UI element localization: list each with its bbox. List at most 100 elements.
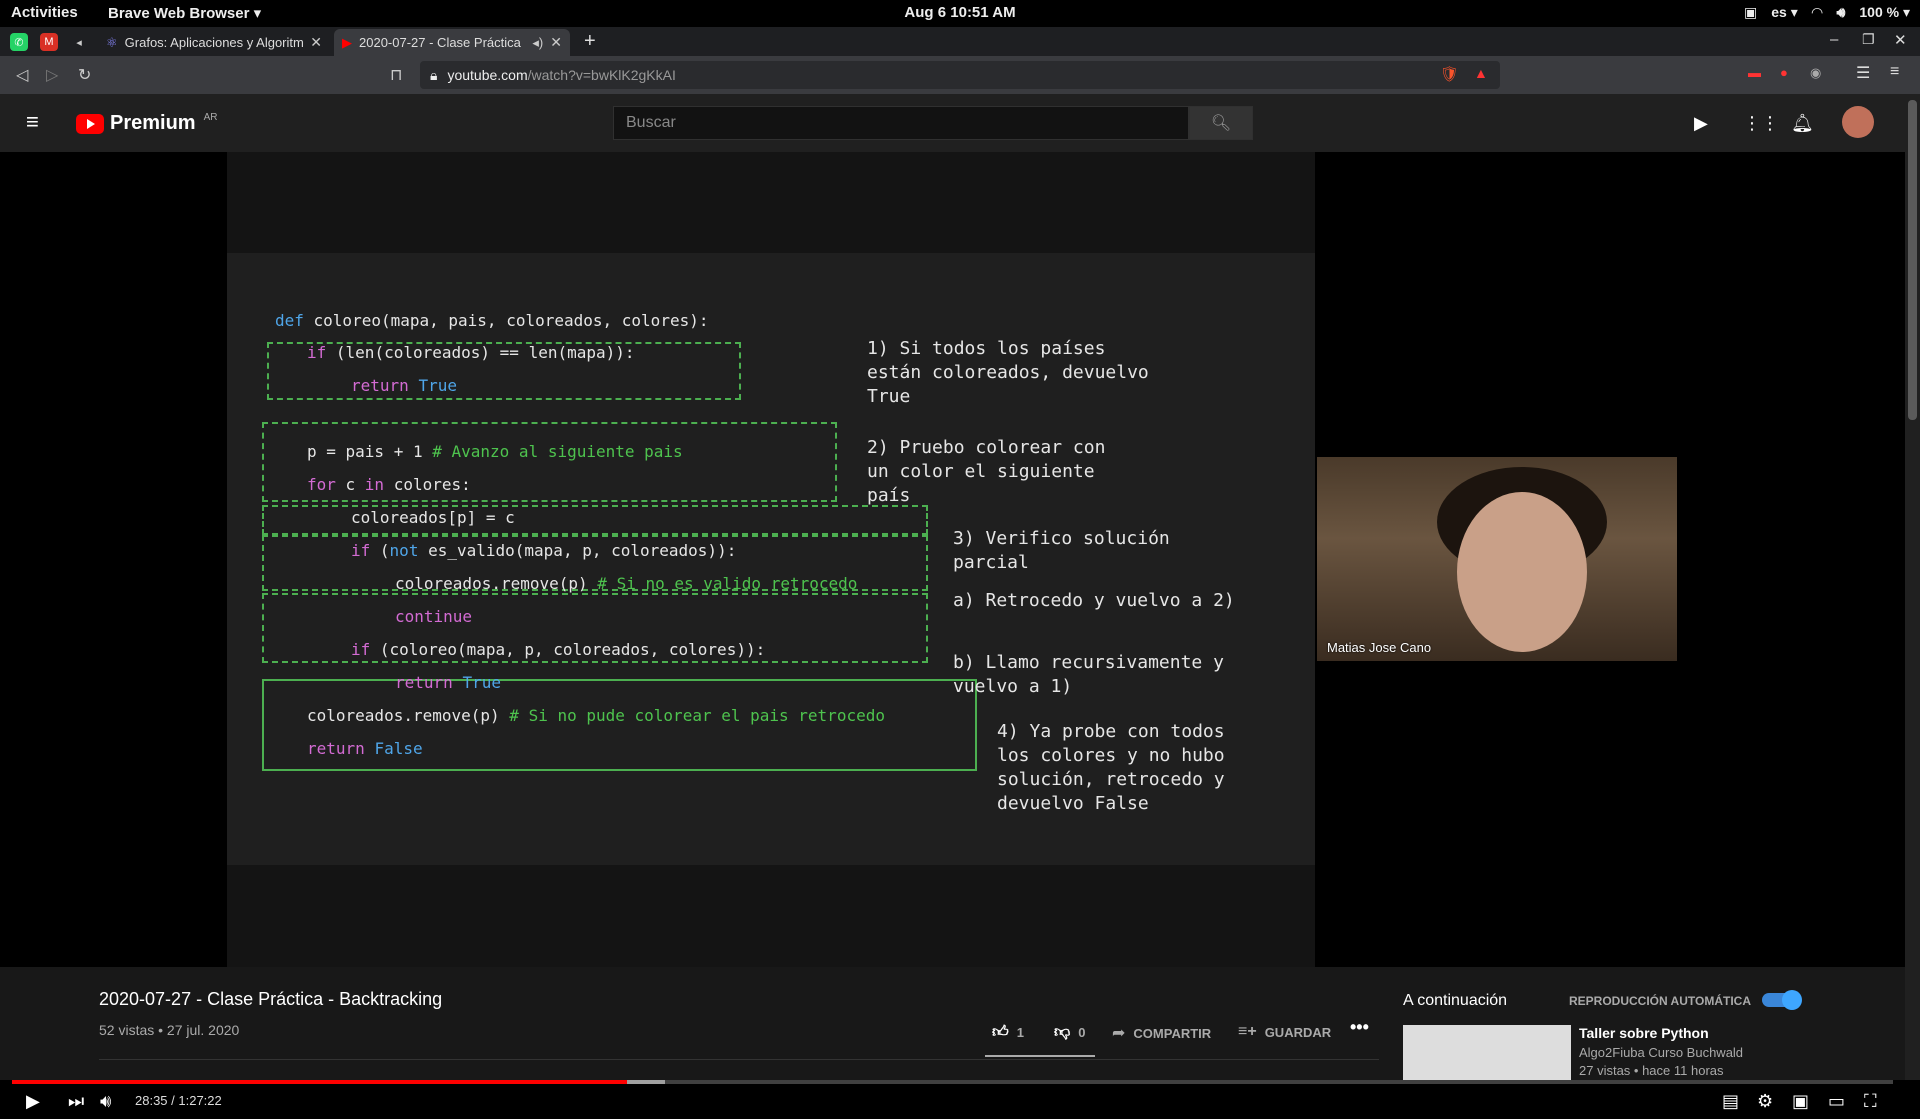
region-label: AR [203, 112, 218, 123]
forward-button[interactable]: ▷ [46, 65, 58, 85]
slide-note: 4) Ya probe con todos los colores y no h… [997, 721, 1225, 814]
speaker-face [1457, 492, 1587, 652]
code-line: return True [395, 673, 501, 692]
tab-title: Grafos: Aplicaciones y Algoritm [124, 35, 304, 50]
search-input[interactable]: Buscar [613, 106, 1189, 140]
mute-tab-icon[interactable]: ◂ [70, 33, 88, 51]
next-video-title[interactable]: Taller sobre Python [1579, 1025, 1709, 1041]
progress-bar[interactable] [12, 1080, 1893, 1084]
gmail-pinned-tab[interactable]: M [40, 33, 58, 51]
like-ratio-bar [985, 1055, 1095, 1057]
language-indicator[interactable]: es ▾ [1771, 4, 1798, 21]
video-meta: 52 vistas • 27 jul. 2020 [99, 1022, 240, 1038]
video-info: 2020-07-27 - Clase Práctica - Backtracki… [0, 967, 1905, 1080]
scrollbar-thumb[interactable] [1908, 100, 1917, 420]
wifi-icon[interactable]: ◠ [1812, 4, 1823, 21]
settings-gear-icon[interactable]: ⚙ [1757, 1091, 1773, 1112]
code-line: coloreados.remove(p) # Si no es valido r… [395, 574, 858, 593]
slide-note: a) Retrocedo y vuelvo a 2) [953, 590, 1235, 611]
share-label: COMPARTIR [1133, 1025, 1212, 1041]
back-button[interactable]: ◁ [16, 65, 28, 85]
speaker-name: Matias Jose Cano [1327, 640, 1432, 655]
thumbs-down-icon: 👎︎ [1054, 1024, 1071, 1041]
hamburger-menu-icon[interactable]: ≡ [26, 109, 39, 135]
extension-d-icon[interactable]: ● [1780, 65, 1788, 80]
volume-button[interactable]: 🔊︎ [100, 1091, 111, 1112]
tab-favicon-icon: ⚛ [106, 34, 118, 50]
brave-rewards-icon[interactable]: ▲ [1474, 65, 1488, 81]
like-button[interactable]: 👍︎ 1 [992, 1023, 1024, 1042]
new-tab-button[interactable]: + [584, 30, 596, 53]
playlist-add-icon: ≡+ [1238, 1023, 1257, 1040]
tab-youtube[interactable]: ▶ 2020-07-27 - Clase Práctica - ◂) ✕ [334, 29, 570, 56]
subtitles-button[interactable]: ▤ [1722, 1091, 1739, 1112]
battery-indicator[interactable]: 100 % ▾ [1859, 4, 1910, 21]
played-bar [12, 1080, 628, 1084]
reload-button[interactable]: ↻ [78, 65, 91, 85]
close-window-button[interactable]: ✕ [1894, 31, 1907, 49]
autoplay-toggle[interactable] [1762, 990, 1802, 1010]
next-button[interactable]: ⏭︎ [68, 1091, 84, 1112]
code-line: coloreados[p] = c [351, 508, 515, 527]
code-line: continue [395, 607, 473, 626]
dislike-count: 0 [1078, 1025, 1086, 1040]
screen-icon[interactable]: ▣ [1744, 4, 1757, 21]
video-player[interactable]: def coloreo(mapa, pais, coloreados, colo… [0, 152, 1905, 1111]
buffered-bar [627, 1080, 665, 1084]
notifications-bell-icon[interactable]: 🔔︎ [1791, 113, 1814, 134]
avatar[interactable] [1842, 106, 1874, 138]
code-line: if (len(coloreados) == len(mapa)): [307, 343, 635, 362]
youtube-play-icon [76, 113, 104, 134]
browser-menu-icon[interactable]: ≡ [1890, 63, 1899, 81]
volume-icon[interactable]: 🔊︎ [1837, 4, 1846, 21]
browser-toolbar: ◁ ▷ ↻ ⊓ 🔒︎ youtube.com/watch?v=bwKlK2gKk… [0, 56, 1920, 94]
clock[interactable]: Aug 6 10:51 AM [0, 4, 1920, 21]
tab-close-icon[interactable]: ✕ [310, 34, 322, 51]
next-video-channel[interactable]: Algo2Fiuba Curso Buchwald [1579, 1045, 1743, 1060]
code-line: for c in colores: [307, 475, 471, 494]
brave-shields-icon[interactable]: 🛡︎ [1440, 65, 1459, 83]
slide-note: 2) Pruebo colorear con un color el sigui… [867, 437, 1106, 506]
next-video-thumbnail[interactable] [1403, 1025, 1571, 1080]
system-top-bar: Activities Brave Web Browser ▾ Aug 6 10:… [0, 0, 1920, 27]
search-button[interactable]: 🔍︎ [1189, 106, 1253, 140]
slide-frame: def coloreo(mapa, pais, coloreados, colo… [227, 152, 1315, 967]
tab-close-icon[interactable]: ✕ [550, 34, 562, 51]
minimize-window-button[interactable]: – [1830, 31, 1838, 48]
code-line: p = pais + 1 # Avanzo al siguiente pais [307, 442, 683, 461]
fullscreen-button[interactable]: ⛶ [1864, 1091, 1877, 1112]
create-video-icon[interactable]: ▶ [1694, 113, 1708, 134]
tab-grafos[interactable]: ⚛ Grafos: Aplicaciones y Algoritm ✕ [98, 29, 330, 56]
extension-icon[interactable]: ▬ [1748, 65, 1761, 80]
like-count: 1 [1016, 1025, 1024, 1040]
apps-grid-icon[interactable]: ⋮⋮ [1743, 113, 1779, 134]
save-label: GUARDAR [1264, 1024, 1332, 1040]
more-actions-icon[interactable]: ••• [1350, 1017, 1369, 1038]
time-display: 28:35 / 1:27:22 [135, 1093, 222, 1108]
code-line: if (coloreo(mapa, p, coloreados, colores… [351, 640, 766, 659]
youtube-logo[interactable]: Premium AR [76, 112, 218, 135]
share-button[interactable]: ➦ COMPARTIR [1112, 1023, 1211, 1043]
next-video-meta: 27 vistas • hace 11 horas [1579, 1063, 1724, 1078]
whatsapp-pinned-tab[interactable]: ✆ [10, 33, 28, 51]
address-bar[interactable]: 🔒︎ youtube.com/watch?v=bwKlK2gKkAI [420, 61, 1500, 89]
code-line: if (not es_valido(mapa, p, coloreados)): [351, 541, 737, 560]
webcam-overlay: Matias Jose Cano [1317, 457, 1677, 661]
slide-note: 3) Verifico solución parcial [953, 528, 1170, 573]
dislike-button[interactable]: 👎︎ 0 [1054, 1023, 1085, 1042]
tab-strip: ✆ M ◂ ⚛ Grafos: Aplicaciones y Algoritm … [0, 27, 1920, 56]
code-line: return True [351, 376, 457, 395]
tab-audio-icon[interactable]: ◂) [532, 35, 543, 51]
url-domain: youtube.com [447, 67, 528, 83]
bookmark-icon[interactable]: ⊓ [390, 65, 402, 85]
play-button[interactable]: ▶ [26, 1091, 40, 1112]
restore-window-button[interactable]: ❐ [1862, 31, 1875, 48]
miniplayer-button[interactable]: ▣ [1792, 1091, 1809, 1112]
system-tray: ▣ es ▾ ◠ 🔊︎ 100 % ▾ [1744, 4, 1910, 21]
code-line: def coloreo(mapa, pais, coloreados, colo… [275, 311, 709, 330]
save-button[interactable]: ≡+ GUARDAR [1238, 1023, 1331, 1041]
media-icon[interactable]: ☰ [1856, 63, 1870, 83]
extension-radio-icon[interactable]: ◉ [1810, 65, 1821, 81]
theater-mode-button[interactable]: ▭ [1828, 1091, 1845, 1112]
page-scrollbar[interactable] [1905, 94, 1920, 1080]
